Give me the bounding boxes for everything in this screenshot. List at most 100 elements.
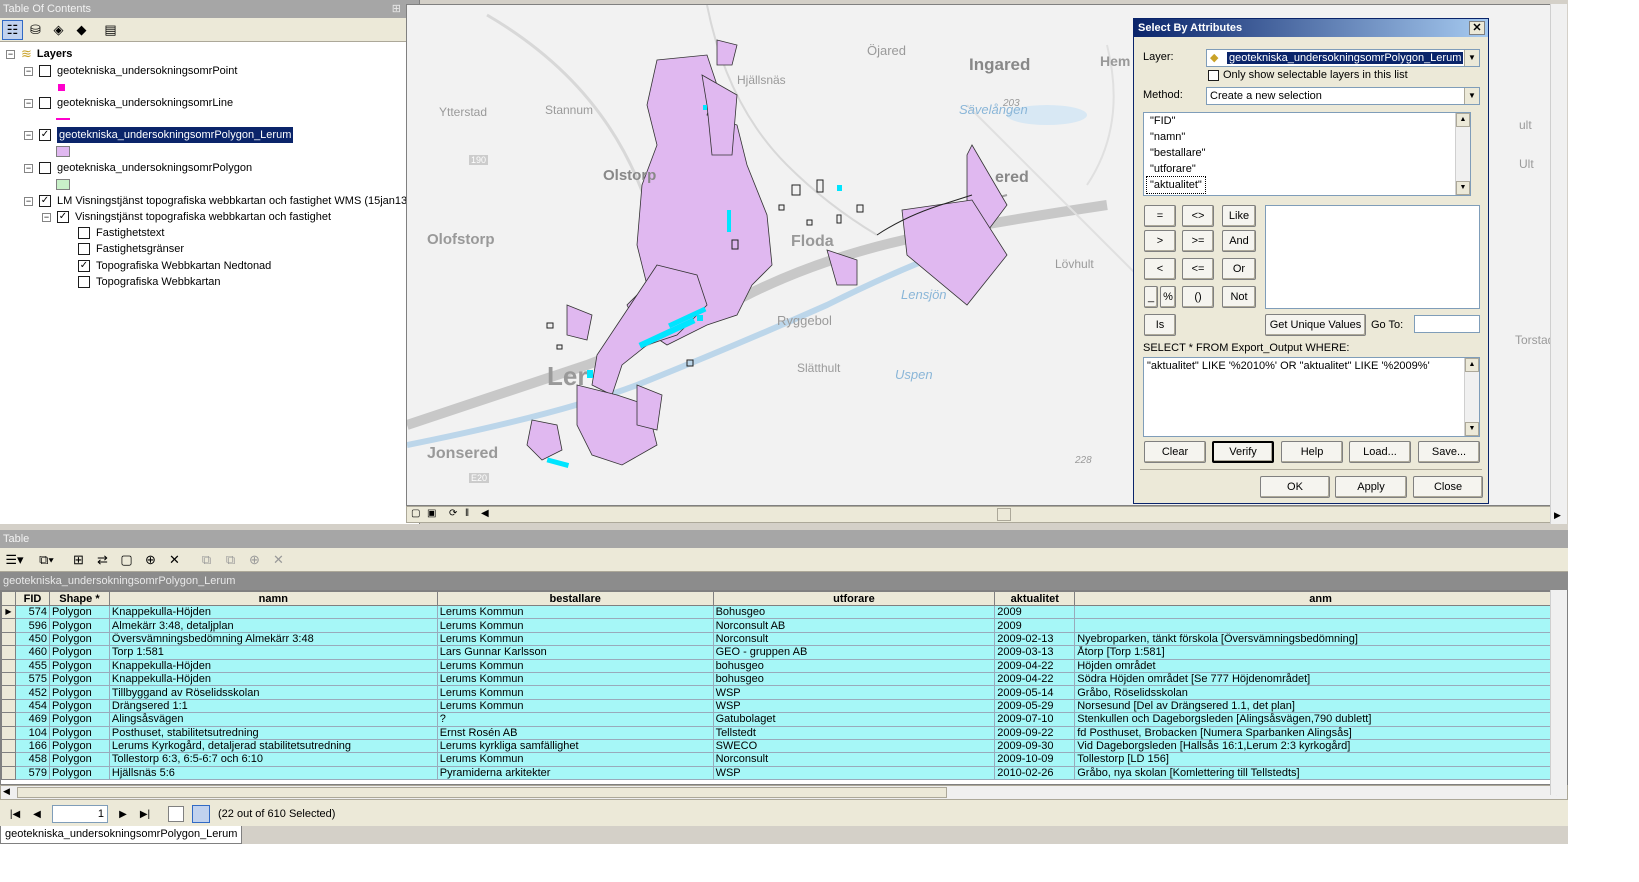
table-cell-bestallare[interactable]: Lerums Kommun [436, 685, 714, 700]
op-or-button[interactable]: Or [1222, 258, 1256, 280]
table-cell-bestallare[interactable]: Lerums Kommun [436, 631, 714, 647]
table-cell-anm[interactable]: Norsesund [Del av Drängsered 1.1, det pl… [1074, 698, 1567, 714]
op-percent-button[interactable]: % [1160, 286, 1176, 308]
collapse-icon[interactable]: − [24, 163, 33, 173]
related-tables-icon[interactable]: ⧉▾ [36, 550, 57, 570]
switch-selection-icon[interactable]: ⇄ [92, 550, 113, 570]
scroll-up-icon[interactable]: ▲ [1456, 113, 1470, 127]
row-selector[interactable] [1, 658, 16, 673]
table-cell-shape[interactable]: Polygon [48, 765, 110, 781]
toc-layer-point[interactable]: − geotekniska_undersokningsomrPoint [24, 63, 237, 79]
table-cell-utforare[interactable]: bohusgeo [712, 658, 996, 673]
delete-selected-icon[interactable]: ✕ [164, 550, 185, 570]
select-by-attributes-icon[interactable]: ⊞ [68, 550, 89, 570]
table-cell-namn[interactable]: Knappekulla-Höjden [108, 671, 438, 687]
toc-sublayer-nedtonad[interactable]: ✓ Topografiska Webbkartan Nedtonad [78, 258, 271, 274]
toc-layer-polygon[interactable]: − geotekniska_undersokningsomrPolygon [24, 160, 252, 176]
table-cell-namn[interactable]: Tillbyggand av Röselidsskolan [108, 685, 438, 700]
table-cell-namn[interactable]: Knappekulla-Höjden [108, 604, 438, 620]
list-by-selection-icon[interactable]: ◆ [71, 20, 92, 40]
unique-values-list[interactable] [1265, 205, 1480, 309]
expression-textarea[interactable]: "aktualitet" LIKE '%2010%' OR "aktualite… [1143, 357, 1480, 437]
column-header-namn[interactable]: namn [108, 591, 438, 606]
row-selector[interactable] [1, 645, 16, 660]
delete-icon[interactable]: ✕ [268, 550, 289, 570]
table-cell-aktualitet[interactable]: 2009-02-13 [994, 631, 1076, 647]
table-cell-aktualitet[interactable]: 2009-04-22 [994, 658, 1076, 673]
grid-horizontal-scrollbar[interactable]: ◀ ▶ [0, 785, 1568, 800]
table-cell-shape[interactable]: Polygon [48, 725, 110, 740]
table-cell-anm[interactable] [1074, 618, 1567, 633]
go-to-input[interactable] [1414, 315, 1480, 333]
table-cell-anm[interactable]: Åtorp [Torp 1:581] [1074, 645, 1567, 660]
scroll-thumb[interactable] [997, 508, 1011, 521]
table-cell-anm[interactable]: Höjden området [1074, 658, 1567, 673]
table-cell-fid[interactable]: 575 [14, 671, 50, 687]
toc-wms-group[interactable]: − ✓ Visningstjänst topografiska webbkart… [42, 209, 331, 225]
table-cell-shape[interactable]: Polygon [48, 712, 110, 727]
field-item-selected[interactable]: "aktualitet" [1146, 176, 1206, 194]
clear-selection-icon[interactable]: ▢ [116, 550, 137, 570]
method-dropdown[interactable]: Create a new selection ▼ [1206, 87, 1480, 105]
table-cell-aktualitet[interactable]: 2009-04-22 [994, 671, 1076, 687]
collapse-icon[interactable]: − [24, 130, 33, 140]
layer-visibility-checkbox[interactable] [78, 276, 90, 288]
clear-button[interactable]: Clear [1144, 441, 1206, 463]
table-cell-anm[interactable] [1074, 604, 1567, 620]
row-selector[interactable] [1, 712, 16, 727]
table-row[interactable]: 460 Polygon Torp 1:581 Lars Gunnar Karlsson… [1, 645, 1567, 660]
attribute-grid[interactable]: FID Shape * namn bestallare utforare akt… [0, 590, 1568, 785]
previous-record-icon[interactable]: ◀ [30, 809, 44, 820]
scroll-down-icon[interactable]: ▼ [1465, 422, 1479, 436]
table-cell-bestallare[interactable]: Lerums Kommun [436, 752, 714, 767]
table-cell-shape[interactable]: Polygon [48, 604, 110, 620]
scroll-up-icon[interactable]: ▲ [1465, 358, 1479, 372]
pin-icon[interactable]: ⊞ [392, 0, 401, 18]
first-record-icon[interactable]: |◀ [8, 809, 22, 820]
table-row[interactable]: 166 Polygon Lerums Kyrkogård, detaljerad s… [1, 738, 1567, 754]
table-cell-anm[interactable]: Nyebroparken, tänkt förskola [Översvämni… [1074, 631, 1567, 647]
table-cell-aktualitet[interactable]: 2009 [994, 604, 1076, 620]
table-row[interactable]: 458 Polygon Tollestorp 6:3, 6:5-6:7 och 6:… [1, 752, 1567, 767]
table-cell-fid[interactable]: 450 [14, 631, 50, 647]
op-greater-button[interactable]: > [1144, 230, 1176, 252]
table-options-icon[interactable]: ☰▾ [4, 550, 25, 570]
load-button[interactable]: Load... [1349, 441, 1411, 463]
refresh-icon[interactable]: ⟳ [449, 508, 457, 519]
table-cell-fid[interactable]: 596 [14, 618, 50, 633]
table-cell-bestallare[interactable]: Lars Gunnar Karlsson [436, 645, 714, 660]
op-parentheses-button[interactable]: () [1182, 286, 1214, 308]
table-row[interactable]: 575 Polygon Knappekulla-Höjden Lerums Kommu… [1, 671, 1567, 687]
toc-layer-line[interactable]: − geotekniska_undersokningsomrLine [24, 95, 233, 111]
table-cell-fid[interactable]: 574 [14, 604, 50, 620]
only-selectable-option[interactable]: Only show selectable layers in this list [1208, 69, 1408, 81]
layer-visibility-checkbox[interactable]: ✓ [78, 260, 90, 272]
op-equals-button[interactable]: = [1144, 205, 1176, 227]
table-cell-aktualitet[interactable]: 2009-09-30 [994, 738, 1076, 754]
field-item[interactable]: "bestallare" [1144, 145, 1470, 161]
pause-icon[interactable]: ‖ [465, 508, 469, 519]
table-cell-utforare[interactable]: WSP [712, 765, 996, 781]
table-row[interactable]: 104 Polygon Posthuset, stabilitetsutrednin… [1, 725, 1567, 740]
table-cell-shape[interactable]: Polygon [48, 631, 110, 647]
table-cell-namn[interactable]: Almekärr 3:48, detaljplan [108, 618, 438, 633]
expression-scrollbar[interactable]: ▲ ▼ [1464, 358, 1479, 436]
column-header-fid[interactable]: FID [14, 591, 50, 606]
table-cell-utforare[interactable]: Tellstedt [712, 725, 996, 740]
table-cell-aktualitet[interactable]: 2009-05-29 [994, 698, 1076, 714]
layer-visibility-checkbox[interactable] [78, 227, 90, 239]
verify-button[interactable]: Verify [1212, 441, 1274, 463]
table-layer-tab[interactable]: geotekniska_undersokningsomrPolygon_Leru… [0, 572, 1568, 590]
table-cell-bestallare[interactable]: Lerums Kommun [436, 618, 714, 633]
table-cell-anm[interactable]: Gråbo, nya skolan [Komlettering till Tel… [1074, 765, 1567, 781]
column-header-shape[interactable]: Shape * [48, 591, 110, 606]
table-cell-aktualitet[interactable]: 2009-10-09 [994, 752, 1076, 767]
toc-layer-polygon-lerum[interactable]: − ✓ geotekniska_undersokningsomrPolygon_… [24, 126, 295, 144]
column-header-aktualitet[interactable]: aktualitet [994, 591, 1076, 606]
table-cell-shape[interactable]: Polygon [48, 698, 110, 714]
table-cell-fid[interactable]: 166 [14, 738, 50, 754]
table-cell-shape[interactable]: Polygon [48, 752, 110, 767]
table-cell-shape[interactable]: Polygon [48, 618, 110, 633]
layer-visibility-checkbox[interactable]: ✓ [57, 211, 69, 223]
table-cell-fid[interactable]: 455 [14, 658, 50, 673]
